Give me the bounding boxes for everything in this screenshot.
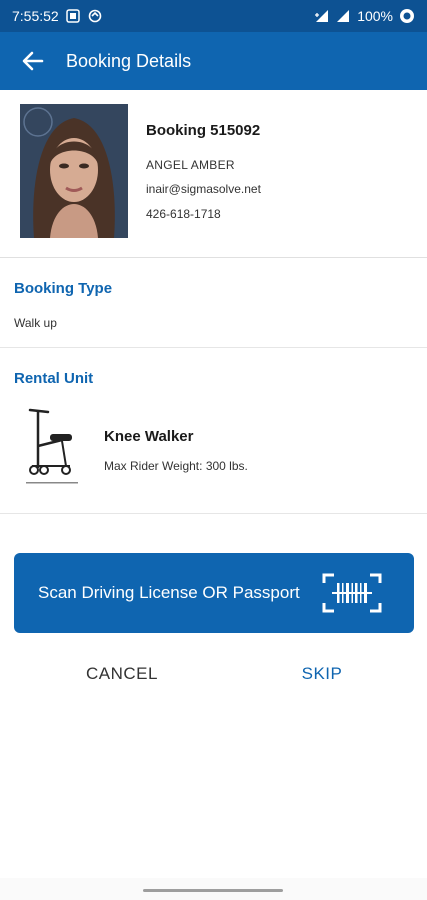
booking-type-value: Walk up (14, 316, 57, 330)
status-bar: 7:55:52 100% (0, 0, 427, 32)
back-button[interactable] (0, 32, 66, 90)
booking-type-section: Booking Type Walk up (0, 258, 427, 348)
system-navigation-bar (0, 878, 427, 900)
battery-percent: 100% (357, 8, 393, 24)
scan-document-button[interactable]: Scan Driving License OR Passport (14, 553, 414, 633)
battery-icon (399, 8, 415, 24)
wifi-data-icon (313, 8, 329, 24)
skip-button[interactable]: SKIP (282, 664, 362, 692)
app-notification-icon (65, 8, 81, 24)
booking-number: Booking 515092 (146, 122, 261, 139)
signal-icon (335, 8, 351, 24)
arrow-left-icon (22, 51, 44, 71)
status-time: 7:55:52 (12, 8, 59, 24)
rental-unit-title: Rental Unit (14, 370, 94, 387)
knee-walker-image (22, 404, 82, 488)
home-indicator[interactable] (143, 889, 283, 892)
sync-icon (87, 8, 103, 24)
rental-unit-spec: Max Rider Weight: 300 lbs. (104, 459, 248, 473)
customer-phone: 426-618-1718 (146, 207, 221, 221)
booking-summary: Booking 515092 ANGEL AMBER inair@sigmaso… (0, 90, 427, 258)
booking-type-title: Booking Type (14, 280, 113, 297)
customer-email: inair@sigmasolve.net (146, 182, 261, 196)
page-title: Booking Details (66, 50, 192, 71)
barcode-scan-icon (322, 573, 382, 613)
app-bar: Booking Details (0, 32, 427, 90)
cancel-button[interactable]: CANCEL (60, 664, 184, 692)
rental-unit-section: Rental Unit Knee Walker Max Rider Weight… (0, 348, 427, 514)
rental-unit-name: Knee Walker (104, 428, 194, 445)
scan-button-label: Scan Driving License OR Passport (38, 583, 300, 602)
customer-name: ANGEL AMBER (146, 158, 235, 172)
customer-photo (20, 104, 128, 238)
